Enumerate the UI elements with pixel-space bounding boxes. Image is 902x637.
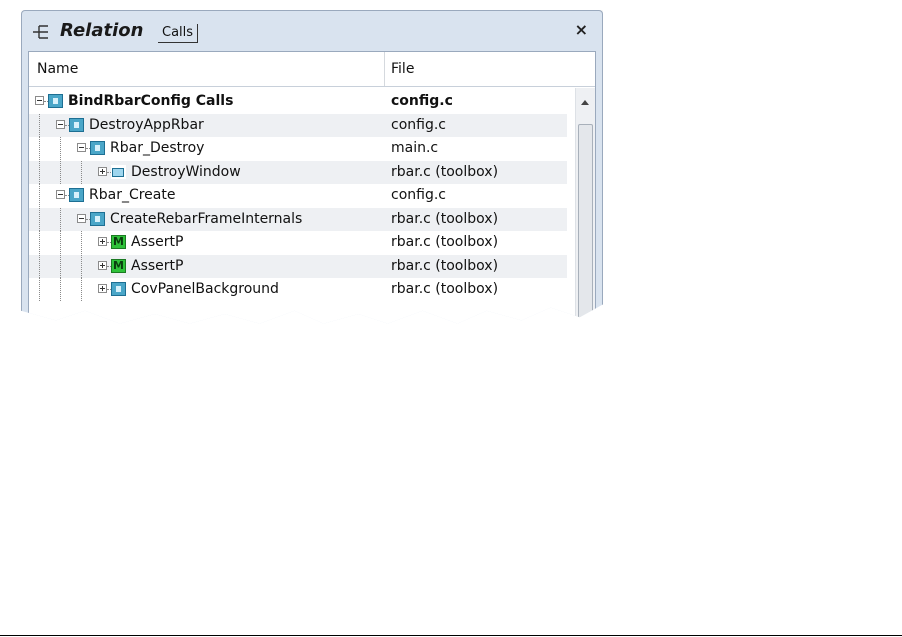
panel-title: Relation [60,20,144,41]
macro-icon: M [111,258,126,273]
scroll-thumb[interactable] [578,124,593,324]
tree-row-name: AssertP [131,234,184,250]
tree-guide-line [60,207,61,231]
column-header-file[interactable]: File [391,61,414,77]
relation-tree-view: Name File BindRbarConfig Calls config.c De… [28,51,596,324]
tree-row-name: BindRbarConfig Calls [68,93,234,109]
tree-guide-line [81,160,82,184]
relation-panel: Relation Calls × Name File BindRbarConfi… [21,10,603,324]
tree-guide-line [60,137,61,160]
tree-row-name: DestroyWindow [131,163,241,180]
tree-guide-line [60,231,61,254]
expand-icon[interactable] [98,237,107,246]
tree-row-file: rbar.c (toolbox) [391,234,499,250]
window-icon [111,164,126,179]
tree-guide-line [39,160,40,184]
expand-icon[interactable] [98,166,107,176]
function-icon [90,211,105,226]
tree-guide-line [81,278,82,301]
tree-guide-line [60,254,61,278]
collapse-icon[interactable] [77,213,86,223]
tree-guide-line [39,184,40,207]
tree-row-file: config.c [391,116,446,133]
tree-guide-line [39,207,40,231]
tree-row-file: main.c [391,140,439,156]
tree-guide-line [39,254,40,278]
scroll-up-arrow-icon[interactable] [581,100,589,105]
tree-row[interactable]: Rbar_Destroy main.c [29,137,567,161]
tree-row-file: rbar.c (toolbox) [391,163,499,180]
tree-row-name: DestroyAppRbar [89,116,204,133]
function-icon [69,117,84,132]
close-button[interactable]: × [575,20,588,39]
tree-guide-line [39,278,40,301]
function-icon [111,282,126,296]
collapse-icon[interactable] [35,96,44,105]
tree-row-file: config.c [391,93,453,109]
column-header: Name File [29,52,595,87]
tree-guide-line [60,160,61,184]
tree-row[interactable]: CreateRebarFrameInternals rbar.c (toolbox… [29,207,567,231]
expand-icon[interactable] [98,260,107,270]
tree-guide-line [39,231,40,254]
tree-row[interactable]: BindRbarConfig Calls config.c [29,90,567,114]
tree-row-name: AssertP [131,257,184,274]
tree-row[interactable]: M AssertP rbar.c (toolbox) [29,231,567,255]
calls-mode-button[interactable]: Calls [158,24,199,43]
collapse-icon[interactable] [77,143,86,152]
tree-row-file: config.c [391,187,446,203]
tree-row-name: CreateRebarFrameInternals [110,210,303,227]
vertical-scrollbar[interactable] [575,88,595,324]
function-icon [69,188,84,202]
tree-row[interactable]: DestroyAppRbar config.c [29,113,567,137]
column-header-name[interactable]: Name [37,61,78,77]
tree-row[interactable]: M AssertP rbar.c (toolbox) [29,254,567,278]
tree-row[interactable]: Rbar_Create config.c [29,184,567,208]
tree-row-name: Rbar_Create [89,187,176,203]
tree-guide-line [39,137,40,160]
macro-icon: M [111,235,126,249]
tree-row-name: Rbar_Destroy [110,140,205,156]
tree-guide-line [81,254,82,278]
tree-row-file: rbar.c (toolbox) [391,257,499,274]
tree-row-file: rbar.c (toolbox) [391,210,499,227]
column-divider[interactable] [384,52,385,86]
page-divider [0,635,902,636]
panel-titlebar: Relation Calls × [22,11,602,51]
collapse-icon[interactable] [56,119,65,129]
tree-row[interactable]: DestroyWindow rbar.c (toolbox) [29,160,567,184]
tree-row-file: rbar.c (toolbox) [391,281,499,297]
function-icon [48,94,63,108]
tree-rows: BindRbarConfig Calls config.c DestroyAppRb… [29,90,567,302]
tree-guide-line [60,278,61,301]
tree-row-name: CovPanelBackground [131,281,279,297]
function-icon [90,141,105,155]
tree-guide-line [39,113,40,137]
collapse-icon[interactable] [56,190,65,199]
expand-icon[interactable] [98,284,107,293]
relation-tree-icon [33,25,48,39]
tree-guide-line [81,231,82,254]
tree-row[interactable]: CovPanelBackground rbar.c (toolbox) [29,278,567,302]
